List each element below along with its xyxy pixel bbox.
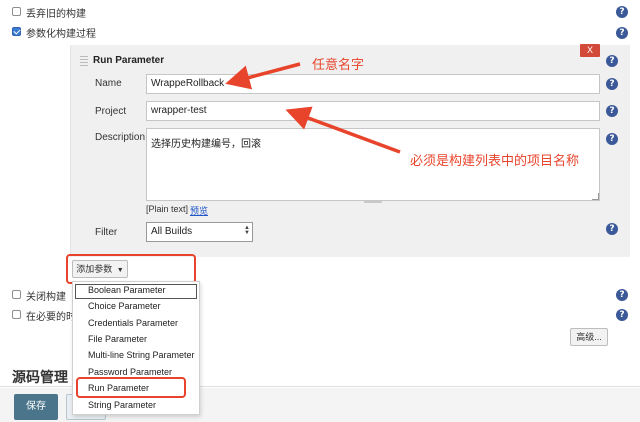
name-annotation-arrow — [225, 62, 301, 90]
any-name-annotation: 任意名字 — [312, 57, 365, 72]
project-annotation-arrow — [285, 106, 401, 154]
project-name-annotation: 必须是构建列表中的项目名称 — [410, 153, 580, 168]
